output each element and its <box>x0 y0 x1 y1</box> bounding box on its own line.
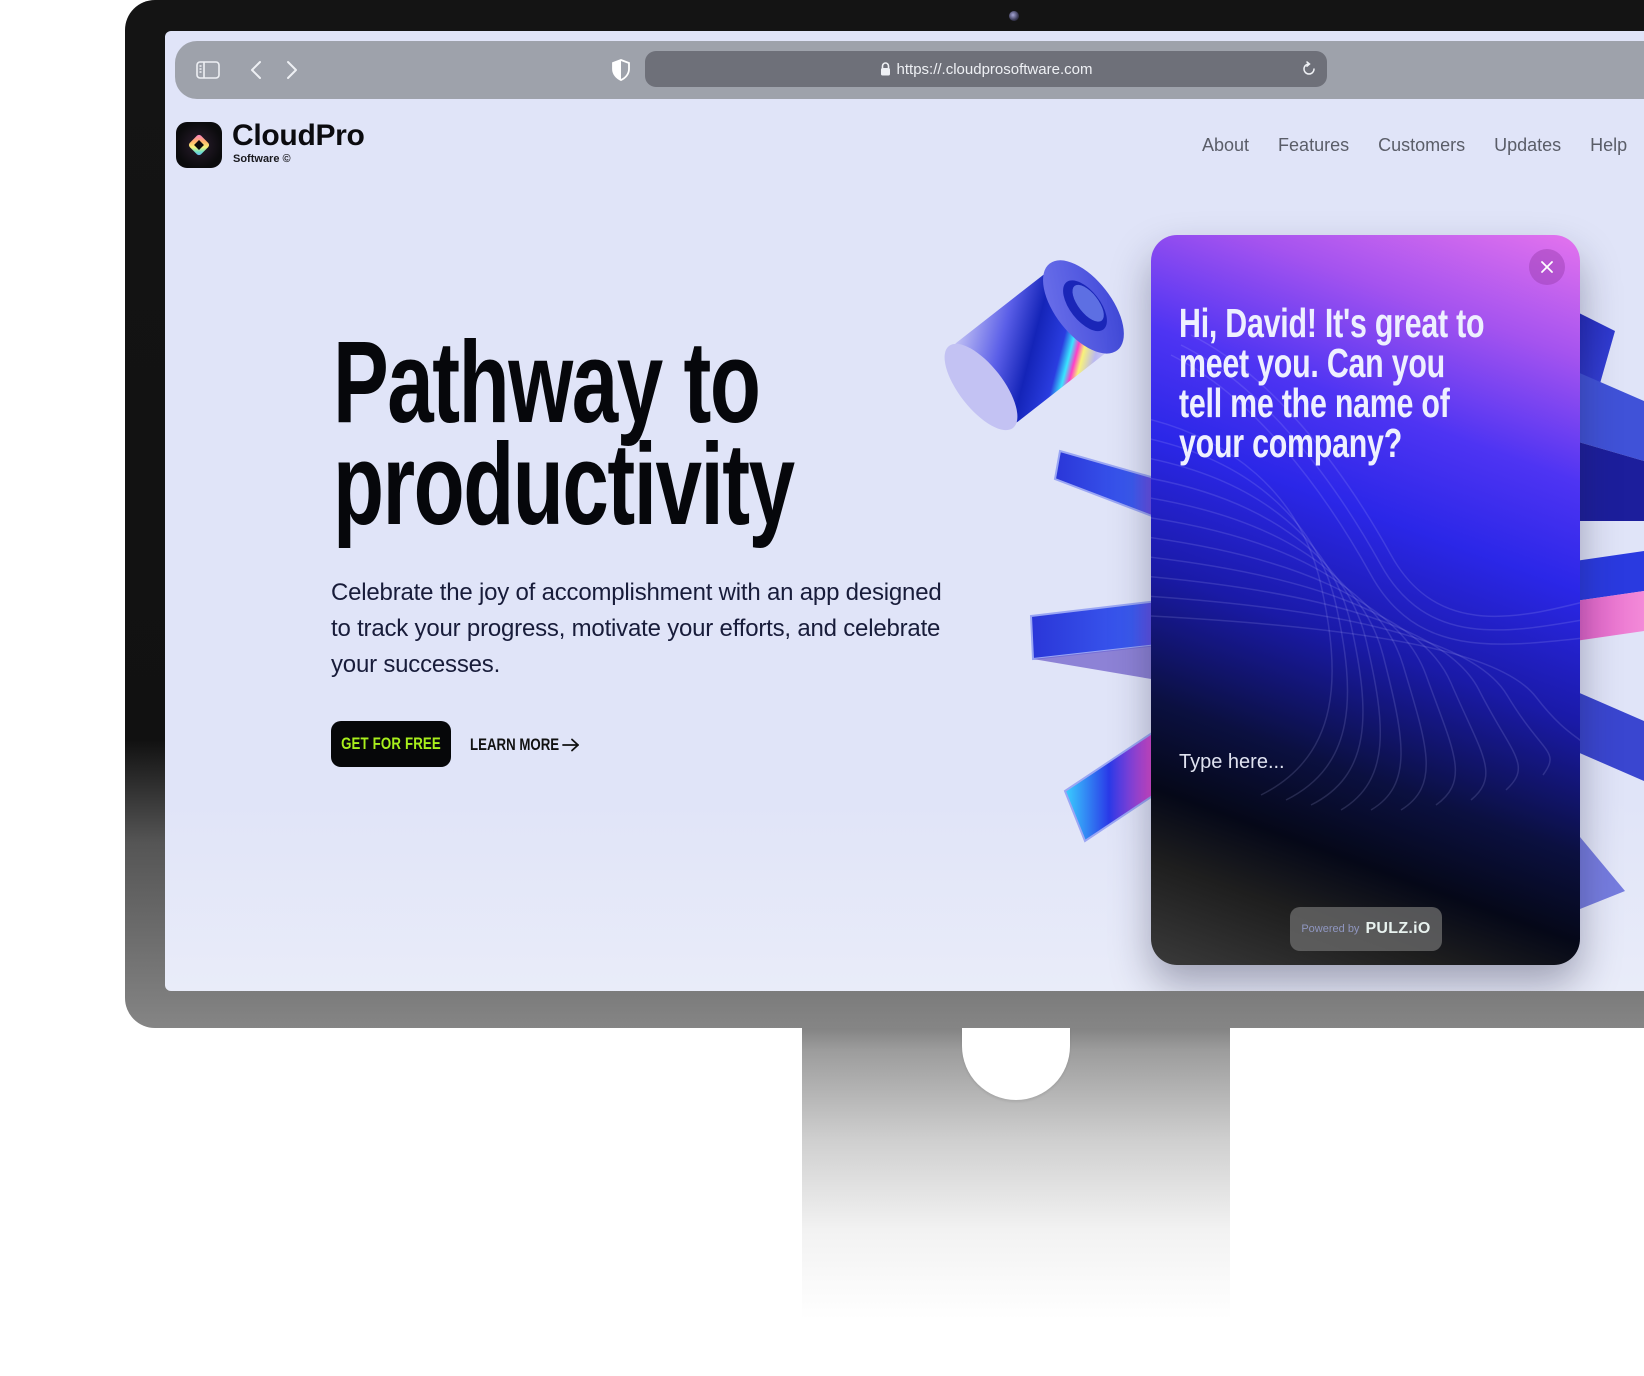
chevron-left-icon[interactable] <box>243 57 269 83</box>
shield-icon[interactable] <box>608 57 634 83</box>
brand-logo[interactable] <box>176 122 222 168</box>
brand-name: CloudPro <box>232 119 365 152</box>
lock-icon <box>880 62 891 76</box>
powered-by-brand: PULZ.iO <box>1365 920 1431 937</box>
arrow-right-icon <box>562 738 580 752</box>
close-icon <box>1541 261 1553 273</box>
headline-line-1: Pathway to <box>333 317 761 447</box>
main-nav: About Features Customers Updates Help <box>1202 135 1644 156</box>
browser-window: https://.cloudprosoftware.com CloudPro S… <box>165 31 1644 991</box>
address-bar[interactable]: https://.cloudprosoftware.com <box>645 51 1327 87</box>
headline-line-2: productivity <box>333 419 795 549</box>
learn-more-label: LEARN MORE <box>470 735 560 754</box>
chat-input[interactable] <box>1179 745 1549 779</box>
powered-by-label: Powered by <box>1301 923 1360 935</box>
url-text: https://.cloudprosoftware.com <box>896 60 1093 78</box>
powered-by-badge[interactable]: Powered by PULZ.iO <box>1290 907 1442 951</box>
reload-icon[interactable] <box>1299 59 1319 79</box>
get-for-free-button[interactable]: GET FOR FREE <box>331 721 451 767</box>
stand-cable-hole <box>962 1028 1070 1100</box>
diamond-logo-icon <box>188 134 210 156</box>
hero-headline: Pathway to productivity <box>333 317 795 549</box>
chat-widget: Hi, David! It's great to meet you. Can y… <box>1151 235 1580 965</box>
brand-subtitle: Software © <box>233 153 291 165</box>
chat-message: Hi, David! It's great to meet you. Can y… <box>1179 300 1485 466</box>
decorative-tube-shape <box>944 260 1124 431</box>
get-for-free-label: GET FOR FREE <box>341 734 441 753</box>
camera-icon <box>1009 11 1019 21</box>
nav-features[interactable]: Features <box>1278 135 1349 156</box>
learn-more-button[interactable]: LEARN MORE <box>470 731 580 759</box>
nav-updates[interactable]: Updates <box>1494 135 1561 156</box>
chevron-right-icon[interactable] <box>279 57 305 83</box>
nav-help[interactable]: Help <box>1590 135 1627 156</box>
monitor-stand <box>802 1020 1230 1320</box>
sidebar-toggle-icon[interactable] <box>195 57 221 83</box>
nav-customers[interactable]: Customers <box>1378 135 1465 156</box>
hero-subtext: Celebrate the joy of accomplishment with… <box>331 579 942 678</box>
close-button[interactable] <box>1529 249 1565 285</box>
browser-toolbar: https://.cloudprosoftware.com <box>175 41 1644 99</box>
nav-about[interactable]: About <box>1202 135 1249 156</box>
